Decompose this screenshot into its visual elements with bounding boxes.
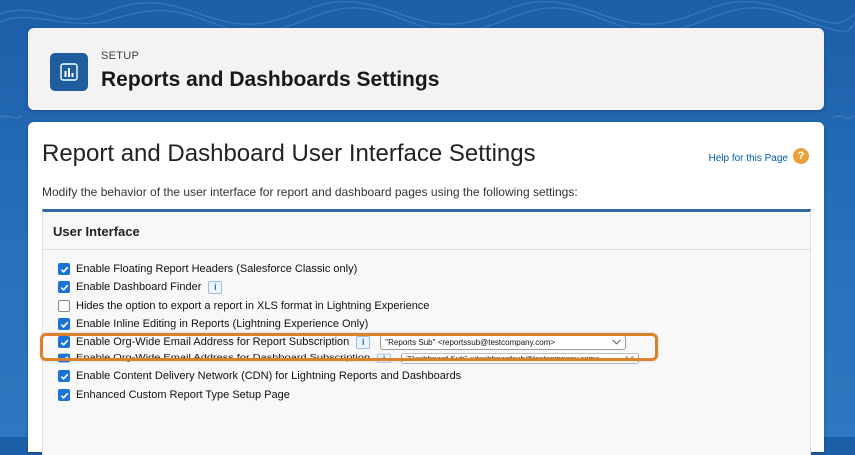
callout-highlight-box	[40, 333, 658, 361]
section-title: User Interface	[53, 224, 140, 239]
help-link[interactable]: Help for this Page	[709, 153, 789, 164]
report-chart-icon	[50, 53, 88, 91]
page-title: Report and Dashboard User Interface Sett…	[42, 140, 536, 167]
option-label: Enable Content Delivery Network (CDN) fo…	[76, 370, 462, 382]
user-interface-section: User Interface Enable Floating Report He…	[42, 209, 811, 455]
option-dashboard-finder: Enable Dashboard Finder i	[58, 279, 223, 295]
page-description: Modify the behavior of the user interfac…	[42, 185, 578, 199]
header-eyebrow: SETUP	[101, 50, 140, 62]
info-icon[interactable]: i	[208, 280, 223, 294]
checkbox-floating-report-headers[interactable]	[58, 263, 70, 275]
option-label: Enhanced Custom Report Type Setup Page	[76, 389, 290, 401]
checkbox-hide-xls-export[interactable]	[58, 300, 70, 312]
option-cdn: Enable Content Delivery Network (CDN) fo…	[58, 368, 461, 384]
option-enhanced-crt-setup: Enhanced Custom Report Type Setup Page	[58, 387, 290, 403]
checkbox-cdn[interactable]	[58, 370, 70, 382]
setup-header-card: SETUP Reports and Dashboards Settings	[28, 28, 824, 110]
question-icon[interactable]: ?	[793, 148, 809, 164]
option-label: Enable Dashboard Finder	[76, 281, 202, 293]
settings-card: Report and Dashboard User Interface Sett…	[28, 122, 824, 455]
option-inline-editing: Enable Inline Editing in Reports (Lightn…	[58, 316, 368, 332]
section-divider	[43, 249, 810, 250]
option-label: Hides the option to export a report in X…	[76, 300, 430, 312]
option-label: Enable Floating Report Headers (Salesfor…	[76, 263, 358, 275]
option-floating-report-headers: Enable Floating Report Headers (Salesfor…	[58, 261, 357, 277]
checkbox-enhanced-crt-setup[interactable]	[58, 389, 70, 401]
checkbox-dashboard-finder[interactable]	[58, 281, 70, 293]
header-title: Reports and Dashboards Settings	[101, 68, 440, 91]
option-label: Enable Inline Editing in Reports (Lightn…	[76, 318, 369, 330]
checkbox-inline-editing[interactable]	[58, 318, 70, 330]
option-hide-xls-export: Hides the option to export a report in X…	[58, 298, 429, 314]
